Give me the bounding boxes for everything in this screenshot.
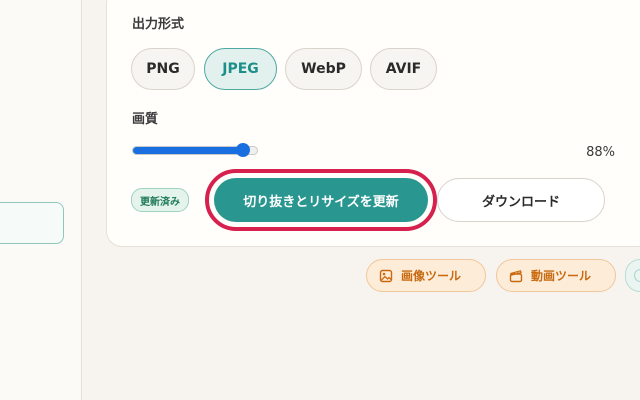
format-option-avif[interactable]: AVIF — [370, 48, 437, 90]
format-option-jpeg[interactable]: JPEG — [204, 48, 277, 90]
output-format-label: 出力形式 — [132, 17, 185, 32]
left-panel — [0, 0, 82, 400]
quality-label: 画質 — [132, 112, 159, 127]
apply-crop-resize-button[interactable]: 切り抜きとリサイズを更新 — [214, 178, 428, 222]
quality-slider-thumb[interactable] — [235, 143, 250, 157]
quality-slider-fill — [133, 147, 244, 154]
more-tool-button[interactable] — [625, 259, 640, 292]
image-icon — [379, 269, 393, 283]
clapperboard-icon — [509, 269, 523, 283]
left-panel-input[interactable] — [0, 202, 64, 244]
image-tool-button[interactable]: 画像ツール — [366, 259, 486, 292]
quality-value: 88% — [586, 145, 615, 160]
image-tool-label: 画像ツール — [401, 269, 462, 283]
video-tool-label: 動画ツール — [531, 269, 592, 283]
format-option-png[interactable]: PNG — [131, 48, 195, 90]
status-badge: 更新済み — [131, 188, 189, 212]
tool-icon — [634, 269, 640, 282]
download-button[interactable]: ダウンロード — [437, 178, 605, 222]
format-option-webp[interactable]: WebP — [285, 48, 362, 90]
video-tool-button[interactable]: 動画ツール — [496, 259, 616, 292]
